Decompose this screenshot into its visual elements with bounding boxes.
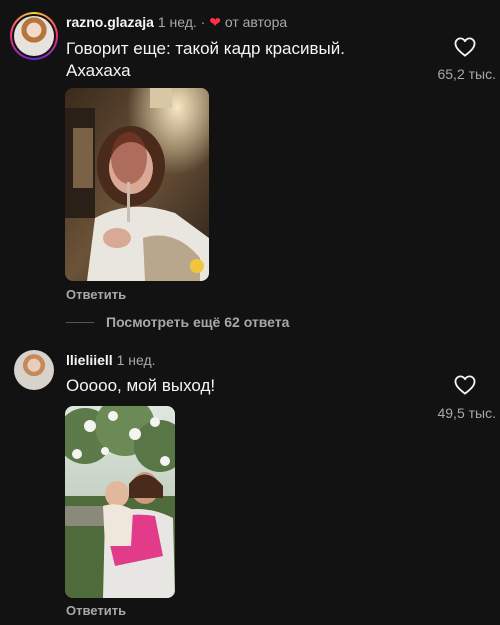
comment-1-avatar[interactable]	[10, 12, 58, 60]
comment-2-like-icon[interactable]	[454, 375, 476, 395]
comment-1-like-icon[interactable]	[454, 37, 476, 57]
comment-1-author-badge: от автора	[224, 14, 288, 30]
comment-2-like-count: 49,5 тыс.	[437, 405, 496, 421]
comment-2-reply-button[interactable]: Ответить	[66, 603, 126, 618]
comment-1-photo[interactable]	[65, 88, 209, 281]
comment-1-text: Говорит еще: такой кадр красивый. Ахахах…	[66, 39, 345, 80]
comment-1-time: 1 нед.	[157, 14, 197, 30]
comment-2-time: 1 нед.	[116, 352, 156, 368]
comment-1-username[interactable]: razno.glazaja	[66, 14, 154, 30]
comment-2-meta: llieliiell 1 нед.	[66, 352, 156, 368]
comment-1-separator: ·	[200, 14, 206, 30]
comment-2-photo[interactable]	[65, 406, 175, 598]
comment-2-avatar[interactable]	[14, 350, 54, 390]
comment-1-reply-button[interactable]: Ответить	[66, 287, 126, 302]
comment-1-meta: razno.glazaja 1 нед. · ❤ от автора	[66, 14, 287, 31]
view-more-divider	[66, 322, 94, 323]
view-more-replies-button[interactable]: Посмотреть ещё 62 ответа	[106, 314, 289, 330]
comment-1-like-count: 65,2 тыс.	[437, 66, 496, 82]
comment-2-text: Ооооо, мой выход!	[66, 376, 216, 395]
author-heart-icon: ❤	[209, 14, 221, 30]
comment-2-username[interactable]: llieliiell	[66, 352, 113, 368]
